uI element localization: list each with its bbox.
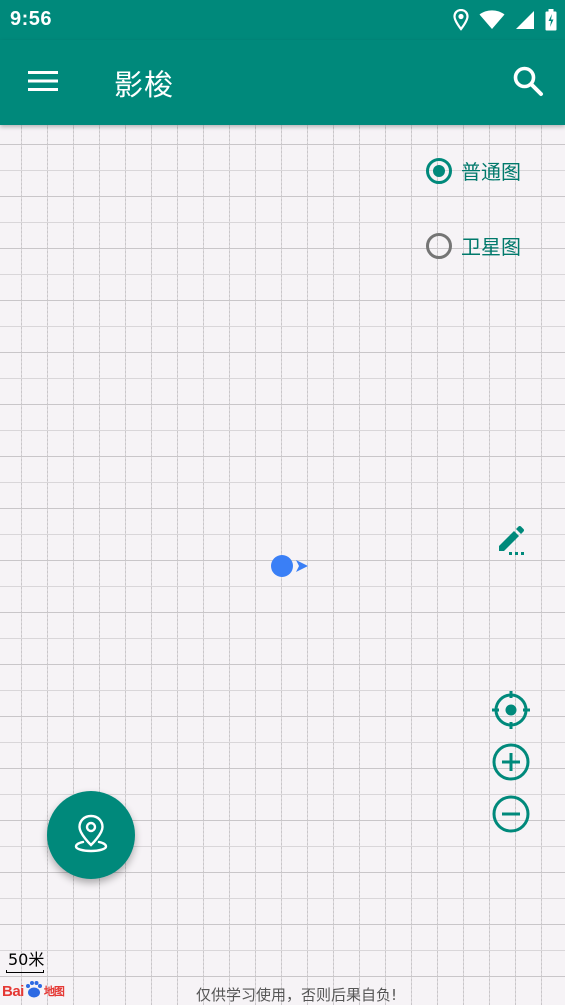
locate-icon <box>491 690 531 734</box>
pick-location-fab[interactable] <box>47 791 135 879</box>
radio-satellite-map[interactable]: 卫星图 <box>426 231 521 260</box>
location-icon <box>453 9 469 31</box>
pencil-icon <box>495 524 527 560</box>
scale-label: 50米 <box>8 950 45 969</box>
status-icons <box>453 8 557 32</box>
zoom-out-button[interactable] <box>491 794 531 838</box>
wifi-icon <box>479 10 505 30</box>
status-time: 9:56 <box>10 8 53 30</box>
zoom-out-icon <box>491 794 531 838</box>
radio-button-unchecked[interactable] <box>426 232 452 259</box>
locate-button[interactable] <box>491 690 531 734</box>
radio-normal-map[interactable]: 普通图 <box>426 156 521 185</box>
map-pin-icon <box>73 813 109 857</box>
battery-icon <box>545 9 557 31</box>
zoom-in-icon <box>491 742 531 786</box>
radio-label-normal-map: 普通图 <box>461 160 521 184</box>
app-title: 影梭 <box>114 68 175 102</box>
hamburger-menu-icon <box>28 70 58 96</box>
search-button[interactable] <box>505 60 551 106</box>
scale-line <box>6 970 44 973</box>
app-bar: 影梭 <box>0 40 565 125</box>
search-icon <box>512 65 544 101</box>
status-bar: 9:56 <box>0 0 565 40</box>
radio-button-checked[interactable] <box>426 157 452 184</box>
menu-button[interactable] <box>20 60 66 106</box>
current-location-marker <box>270 554 310 578</box>
radio-label-satellite-map: 卫星图 <box>461 235 521 259</box>
signal-icon <box>515 10 535 30</box>
map-scale-bar: 50米 <box>6 950 44 973</box>
zoom-in-button[interactable] <box>491 742 531 786</box>
edit-location-button[interactable] <box>492 523 530 561</box>
disclaimer-text: 仅供学习使用，否则后果自负! <box>195 986 397 1004</box>
